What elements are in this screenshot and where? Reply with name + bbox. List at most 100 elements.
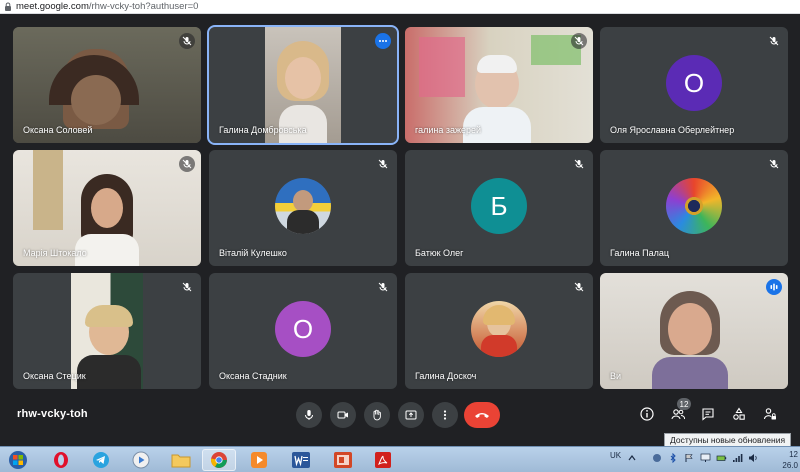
- present-icon: [405, 410, 417, 420]
- camera-icon: [337, 411, 348, 419]
- lock-person-icon: [763, 408, 776, 420]
- taskbar-opera[interactable]: [44, 449, 78, 471]
- participant-tile[interactable]: Віталій Кулешко: [209, 150, 397, 266]
- participant-name: Оксана Стецик: [23, 371, 86, 381]
- lock-icon: [5, 2, 11, 11]
- muted-mic-icon: [375, 279, 391, 295]
- muted-mic-icon: [179, 156, 195, 172]
- avatar: [666, 178, 722, 234]
- more-options-button[interactable]: [432, 402, 458, 428]
- participant-tile[interactable]: Б Батюк Олег: [405, 150, 593, 266]
- muted-mic-icon: [375, 156, 391, 172]
- hand-icon: [373, 409, 381, 421]
- flag-icon[interactable]: [684, 453, 694, 463]
- participant-tile[interactable]: Оксана Соловей: [13, 27, 201, 143]
- present-screen-button[interactable]: [398, 402, 424, 428]
- muted-mic-icon: [179, 33, 195, 49]
- muted-mic-icon: [179, 279, 195, 295]
- participant-tile[interactable]: О Оксана Стадник: [209, 273, 397, 389]
- host-controls-button[interactable]: [760, 404, 780, 424]
- taskbar-powerpoint[interactable]: [326, 449, 360, 471]
- display-icon[interactable]: [700, 453, 711, 463]
- participant-name: Оксана Стадник: [219, 371, 287, 381]
- participant-name: Галина Доскоч: [415, 371, 477, 381]
- more-options-icon[interactable]: [375, 33, 391, 49]
- participant-name: Оля Ярославна Оберлейтнер: [610, 125, 735, 135]
- taskbar-player[interactable]: [242, 449, 276, 471]
- participants-count-badge: 12: [677, 398, 691, 410]
- start-button[interactable]: [4, 449, 32, 471]
- language-indicator[interactable]: UK: [610, 451, 621, 460]
- avatar: Б: [471, 178, 527, 234]
- tray-up-arrow-icon[interactable]: [628, 454, 636, 462]
- battery-icon[interactable]: [716, 453, 727, 463]
- muted-mic-icon: [571, 156, 587, 172]
- taskbar: UK 12 26.0: [0, 446, 800, 472]
- network-icon[interactable]: [732, 453, 743, 463]
- chrome-icon: [210, 452, 227, 468]
- participant-name: галина зажерей: [415, 125, 482, 135]
- system-clock[interactable]: 12 26.0: [782, 449, 798, 471]
- participant-tile[interactable]: Галина Доскоч: [405, 273, 593, 389]
- bluetooth-icon[interactable]: [668, 453, 678, 463]
- participant-tile[interactable]: О Оля Ярославна Оберлейтнер: [600, 27, 788, 143]
- avatar: О: [275, 301, 331, 357]
- powerpoint-icon: [334, 452, 352, 468]
- meeting-code: rhw-vcky-toh: [17, 408, 88, 420]
- participant-tile[interactable]: Галина Домбровська: [207, 25, 399, 145]
- more-vert-icon: [443, 410, 447, 420]
- muted-mic-icon: [571, 279, 587, 295]
- telegram-icon: [93, 452, 109, 468]
- activities-button[interactable]: [729, 404, 749, 424]
- taskbar-chrome[interactable]: [202, 449, 236, 471]
- participant-tile[interactable]: Марія Штокало: [13, 150, 201, 266]
- muted-mic-icon: [571, 33, 587, 49]
- taskbar-pdf[interactable]: [366, 449, 400, 471]
- participant-tile[interactable]: Оксана Стецик: [13, 273, 201, 389]
- microphone-icon: [305, 410, 313, 420]
- taskbar-telegram[interactable]: [84, 449, 118, 471]
- avatar: [471, 301, 527, 357]
- info-icon: [640, 407, 654, 421]
- address-bar[interactable]: meet.google.com/rhw-vcky-toh?authuser=0: [0, 0, 800, 14]
- participant-name: Віталій Кулешко: [219, 248, 287, 258]
- self-view-tile[interactable]: Ви: [600, 273, 788, 389]
- taskbar-explorer[interactable]: [164, 449, 198, 471]
- participant-name: Ви: [610, 371, 622, 381]
- speaking-indicator-icon: [766, 279, 782, 295]
- windows-start-icon: [9, 451, 27, 469]
- folder-icon: [171, 454, 191, 468]
- muted-mic-icon: [766, 156, 782, 172]
- media-player-icon: [132, 451, 150, 469]
- avatar: [275, 178, 331, 234]
- tray-app-icon[interactable]: [652, 453, 662, 463]
- participant-name: Батюк Олег: [415, 248, 464, 258]
- taskbar-media[interactable]: [124, 449, 158, 471]
- camera-button[interactable]: [330, 402, 356, 428]
- participant-name: Галина Домбровська: [219, 125, 307, 135]
- shapes-icon: [733, 407, 745, 420]
- url-text: meet.google.com/rhw-vcky-toh?authuser=0: [16, 1, 199, 12]
- participant-name: Марія Штокало: [23, 248, 87, 258]
- microphone-button[interactable]: [296, 402, 322, 428]
- update-tooltip: Доступны новые обновления: [664, 433, 792, 447]
- participants-button[interactable]: 12: [668, 398, 691, 424]
- chat-icon: [702, 408, 714, 421]
- avatar: О: [666, 55, 722, 111]
- word-icon: [292, 452, 310, 468]
- play-icon: [251, 452, 267, 468]
- meeting-details-button[interactable]: [637, 404, 657, 424]
- hangup-icon: [475, 413, 489, 418]
- pdf-icon: [375, 452, 391, 468]
- opera-icon: [54, 452, 68, 468]
- participant-tile[interactable]: галина зажерей: [405, 27, 593, 143]
- muted-mic-icon: [766, 33, 782, 49]
- participant-tile[interactable]: Галина Палац: [600, 150, 788, 266]
- taskbar-word[interactable]: [284, 449, 318, 471]
- participant-name: Галина Палац: [610, 248, 670, 258]
- leave-call-button[interactable]: [464, 402, 500, 428]
- participant-name: Оксана Соловей: [23, 125, 93, 135]
- chat-button[interactable]: [698, 404, 718, 424]
- raise-hand-button[interactable]: [364, 402, 390, 428]
- volume-icon[interactable]: [748, 453, 759, 463]
